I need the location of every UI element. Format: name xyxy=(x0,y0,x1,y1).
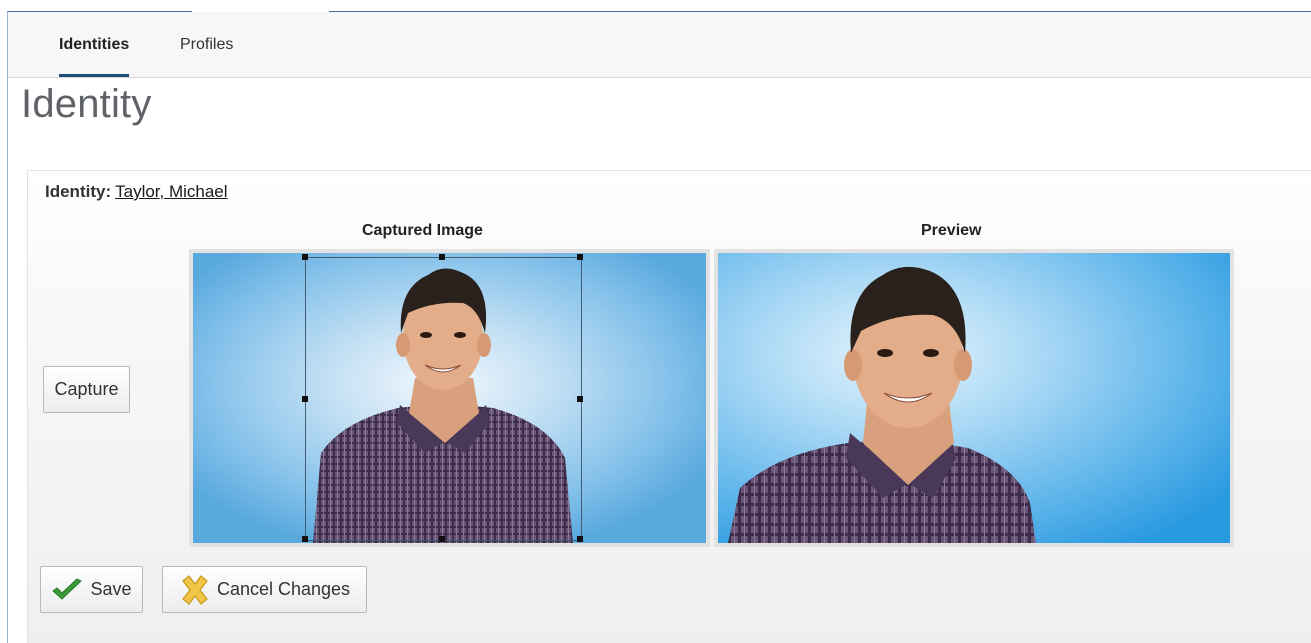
preview-title: Preview xyxy=(921,222,982,239)
preview-photo xyxy=(718,253,1230,543)
crop-handle[interactable] xyxy=(302,396,308,402)
tab-identities[interactable]: Identities xyxy=(59,12,130,77)
crop-handle[interactable] xyxy=(577,536,583,542)
crop-handle[interactable] xyxy=(302,536,308,542)
captured-image-frame xyxy=(189,249,710,547)
crop-handle[interactable] xyxy=(439,536,445,542)
cancel-changes-button[interactable]: Cancel Changes xyxy=(162,566,367,613)
checkmark-icon xyxy=(51,577,83,602)
preview-image-frame xyxy=(714,249,1234,547)
save-button-label: Save xyxy=(90,579,132,599)
page-title: Identity xyxy=(21,82,152,126)
save-button[interactable]: Save xyxy=(40,566,143,613)
crop-handle[interactable] xyxy=(302,254,308,260)
crop-selection-box[interactable] xyxy=(305,257,582,541)
crop-handle[interactable] xyxy=(439,254,445,260)
tab-bar: Identities Profiles xyxy=(8,12,1311,78)
identity-header: Identity: Taylor, Michael xyxy=(45,182,228,202)
captured-image-title: Captured Image xyxy=(362,222,483,239)
identity-label: Identity: xyxy=(45,182,112,201)
identity-name-link[interactable]: Taylor, Michael xyxy=(115,182,227,201)
cancel-button-label: Cancel Changes xyxy=(216,579,351,599)
crop-handle[interactable] xyxy=(577,254,583,260)
crop-handle[interactable] xyxy=(577,396,583,402)
captured-photo xyxy=(193,253,706,543)
tab-profiles[interactable]: Profiles xyxy=(180,12,233,77)
capture-button[interactable]: Capture xyxy=(43,366,130,413)
capture-button-label: Capture xyxy=(54,379,119,399)
x-icon xyxy=(179,574,211,605)
